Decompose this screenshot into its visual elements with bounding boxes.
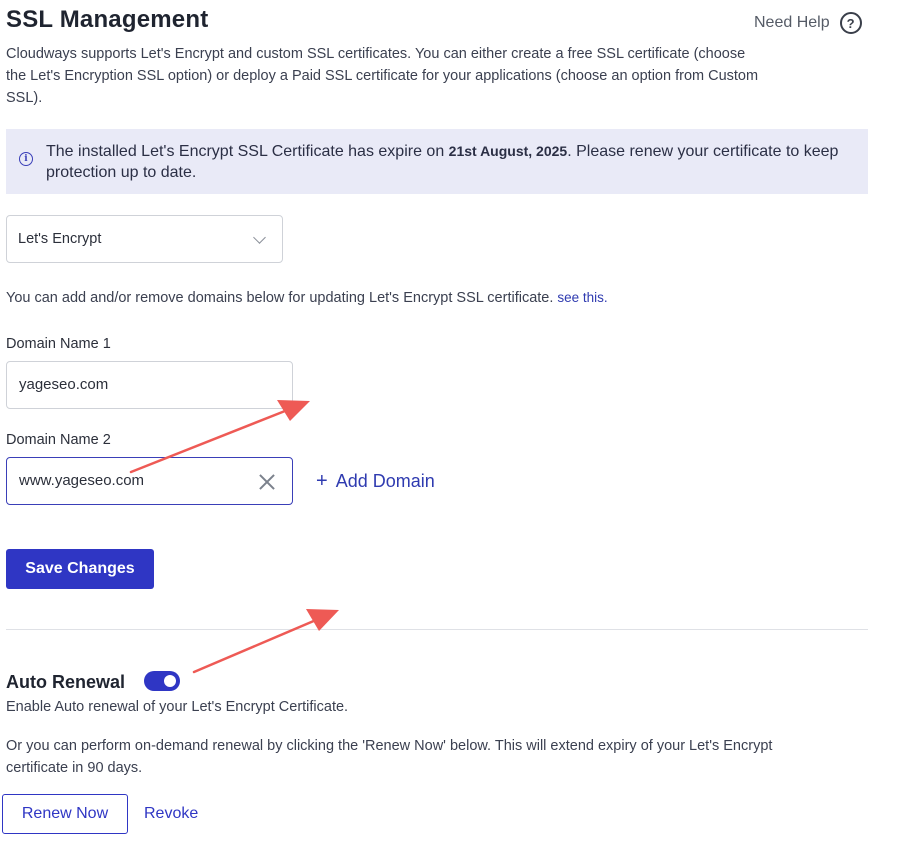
page-title: SSL Management [6,6,209,33]
save-changes-button[interactable]: Save Changes [6,549,154,589]
add-domain-label: Add Domain [335,471,435,491]
annotation-arrows [129,400,339,674]
renew-now-button[interactable]: Renew Now [2,794,128,834]
plus-icon: + [316,470,328,492]
domain-2-label: Domain Name 2 [6,432,111,448]
domains-hint-text: You can add and/or remove domains below … [6,290,558,306]
section-divider [6,629,868,630]
notice-text: The installed Let's Encrypt SSL Certific… [46,141,856,183]
auto-renewal-toggle[interactable] [144,671,180,691]
question-circle-icon: ? [839,12,862,34]
domain-1-input[interactable]: yageseo.com [6,361,293,409]
domain-2-input[interactable]: www.yageseo.com [6,457,293,505]
clear-domain-2-icon[interactable] [258,473,276,491]
domain-1-label: Domain Name 1 [6,336,111,352]
notice-expiry-date: 21st August, 2025 [448,143,568,159]
annotation-arrow-auto-renewal [192,609,339,674]
revoke-link[interactable]: Revoke [144,805,198,823]
ssl-type-selected-value: Let's Encrypt [18,231,102,247]
info-icon: i [19,152,33,166]
need-help-link[interactable]: Need Help ? [754,12,862,34]
domains-hint: You can add and/or remove domains below … [6,290,608,306]
need-help-label: Need Help [754,14,830,31]
ssl-type-select[interactable]: Let's Encrypt [6,215,283,263]
chevron-down-icon [253,231,266,244]
notice-text-before: The installed Let's Encrypt SSL Certific… [46,143,449,160]
auto-renewal-title: Auto Renewal [6,672,126,692]
expiry-notice: i The installed Let's Encrypt SSL Certif… [6,129,868,194]
intro-text: Cloudways supports Let's Encrypt and cus… [6,46,759,106]
auto-renewal-description: Enable Auto renewal of your Let's Encryp… [6,699,349,715]
ondemand-renewal-text: Or you can perform on-demand renewal by … [6,738,773,776]
see-this-link[interactable]: see this. [557,290,607,305]
add-domain-button[interactable]: + Add Domain [316,470,435,493]
toggle-knob [164,675,176,687]
